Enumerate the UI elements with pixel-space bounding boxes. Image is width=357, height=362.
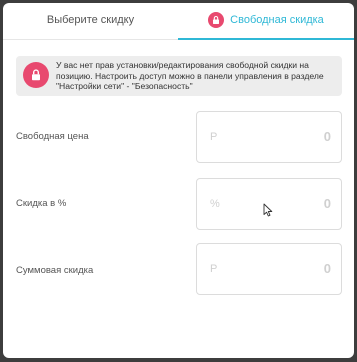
- tab-free-discount-label: Свободная скидка: [230, 14, 324, 26]
- tab-select-discount-label: Выберите скидку: [46, 14, 135, 26]
- percent-unit: %: [210, 198, 220, 210]
- sum-discount-value: 0: [323, 261, 331, 276]
- lock-icon: [23, 62, 49, 88]
- permission-notice-text: У вас нет прав установки/редактирования …: [56, 60, 324, 91]
- currency-unit: Р: [210, 263, 218, 275]
- sum-discount-field[interactable]: Р 0: [196, 243, 342, 295]
- lock-icon: [208, 12, 225, 28]
- free-price-value: 0: [323, 129, 331, 144]
- mouse-cursor-icon: [263, 203, 273, 222]
- discount-percent-label: Скидка в %: [16, 198, 67, 209]
- currency-unit: Р: [210, 131, 218, 143]
- tab-select-discount[interactable]: Выберите скидку: [3, 3, 178, 39]
- free-price-field[interactable]: Р 0: [196, 111, 342, 163]
- tab-bar: Выберите скидку Свободная скидка: [3, 3, 354, 40]
- permission-notice: У вас нет прав установки/редактирования …: [16, 56, 342, 96]
- free-discount-dialog: Выберите скидку Свободная скидка У вас н…: [3, 3, 354, 358]
- free-price-label: Свободная цена: [16, 131, 89, 142]
- sum-discount-label: Суммовая скидка: [16, 265, 94, 276]
- discount-percent-value: 0: [323, 196, 331, 211]
- tab-free-discount[interactable]: Свободная скидка: [178, 3, 354, 40]
